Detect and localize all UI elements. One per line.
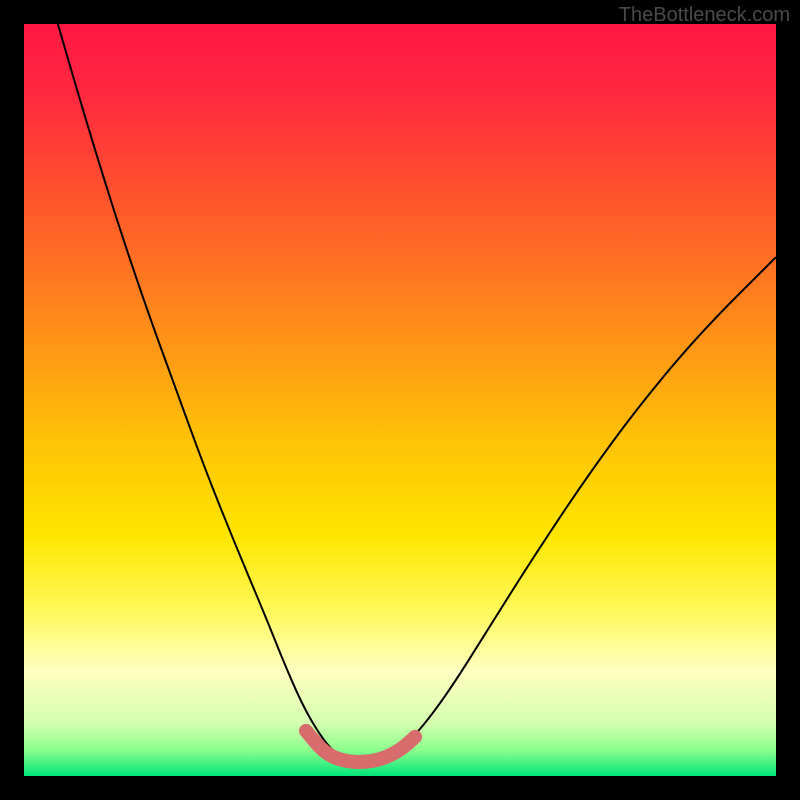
gradient-background bbox=[24, 24, 776, 776]
watermark-text: TheBottleneck.com bbox=[619, 4, 790, 27]
chart-area bbox=[24, 24, 776, 776]
chart-svg bbox=[24, 24, 776, 776]
